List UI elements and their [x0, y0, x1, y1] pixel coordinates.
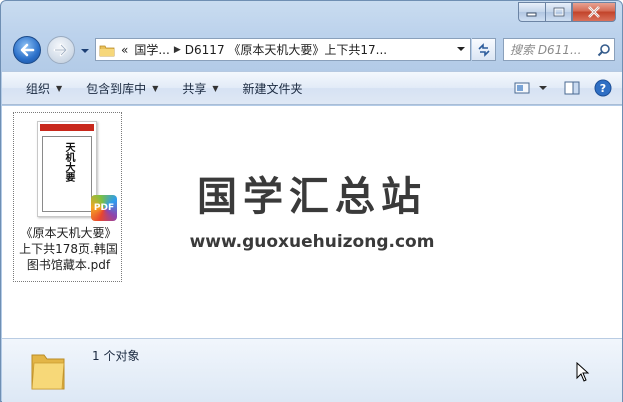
mouse-pointer-icon	[576, 362, 590, 382]
address-bar[interactable]: « 国学... ▶ D6117 《原本天机大要》上下共17...	[95, 38, 471, 61]
preview-pane-button[interactable]	[564, 81, 580, 95]
minimize-button[interactable]	[518, 2, 545, 22]
include-in-library-label: 包含到库中	[86, 81, 147, 96]
explorer-window: « 国学... ▶ D6117 《原本天机大要》上下共17... 搜索 D611…	[0, 0, 623, 402]
item-count: 1 个对象	[92, 349, 140, 363]
change-view-button[interactable]	[514, 81, 550, 95]
folder-icon	[30, 345, 66, 396]
help-button[interactable]: ?	[594, 79, 612, 97]
forward-button[interactable]	[47, 36, 75, 64]
file-name-line-1: 《原本天机大要》	[20, 226, 117, 240]
watermark-title: 国学汇总站	[197, 174, 427, 220]
breadcrumb-current-folder[interactable]: D6117 《原本天机大要》上下共17...	[182, 41, 390, 58]
help-icon: ?	[594, 79, 612, 97]
file-list-area[interactable]: 天机大要 PDF 《原本天机大要》 上下共178页.韩国 图书馆藏本.pdf 国…	[2, 106, 622, 338]
address-overflow[interactable]: «	[118, 43, 131, 57]
preview-pane-icon	[564, 81, 580, 95]
arrow-left-icon	[20, 43, 35, 57]
share-menu[interactable]: 共享 ▼	[170, 72, 230, 104]
navigation-bar: « 国学... ▶ D6117 《原本天机大要》上下共17... 搜索 D611…	[9, 34, 616, 64]
command-bar: 组织 ▼ 包含到库中 ▼ 共享 ▼ 新建文件夹 ?	[2, 71, 622, 105]
svg-text:?: ?	[600, 82, 606, 95]
refresh-button[interactable]	[472, 38, 496, 61]
folder-icon	[96, 39, 118, 60]
view-options-icon	[514, 82, 530, 94]
search-box[interactable]: 搜索 D611...	[503, 38, 615, 61]
file-item-pdf[interactable]: 天机大要 PDF 《原本天机大要》 上下共178页.韩国 图书馆藏本.pdf	[13, 112, 122, 282]
watermark-url: www.guoxuehuizong.com	[189, 232, 435, 252]
chevron-down-icon: ▼	[212, 83, 219, 93]
file-name-line-2: 上下共178页.韩国	[19, 242, 118, 256]
thumbnail-title: 天机大要	[63, 142, 74, 182]
organize-label: 组织	[26, 81, 51, 96]
close-icon	[588, 6, 600, 18]
organize-menu[interactable]: 组织 ▼	[2, 72, 74, 104]
pdf-badge-icon: PDF	[91, 195, 117, 221]
breadcrumb-guoxue[interactable]: 国学...	[131, 41, 172, 58]
address-dropdown-icon[interactable]	[456, 44, 466, 54]
pdf-thumbnail: 天机大要	[37, 121, 97, 217]
search-icon[interactable]	[594, 43, 614, 57]
back-button[interactable]	[13, 36, 41, 64]
minimize-icon	[526, 12, 537, 17]
new-folder-button[interactable]: 新建文件夹	[231, 72, 315, 104]
close-button[interactable]	[572, 2, 616, 22]
maximize-icon	[553, 7, 564, 17]
search-input[interactable]: 搜索 D611...	[504, 41, 594, 58]
toolbar-right: ?	[514, 72, 612, 104]
thumbnail-title-stripe	[40, 124, 94, 131]
recent-pages-dropdown-icon[interactable]	[80, 46, 90, 56]
include-in-library-menu[interactable]: 包含到库中 ▼	[74, 72, 170, 104]
details-pane: 1 个对象	[2, 338, 622, 402]
maximize-button[interactable]	[545, 2, 572, 22]
chevron-down-icon[interactable]	[536, 83, 550, 93]
chevron-down-icon: ▼	[152, 83, 159, 93]
arrow-right-icon	[53, 43, 68, 57]
new-folder-label: 新建文件夹	[242, 81, 303, 96]
share-label: 共享	[182, 81, 207, 96]
breadcrumb-separator-icon[interactable]: ▶	[173, 45, 182, 55]
caption-buttons	[518, 2, 616, 22]
refresh-icon	[477, 42, 490, 57]
chevron-down-icon: ▼	[56, 83, 63, 93]
file-name-line-3: 图书馆藏本.pdf	[26, 258, 111, 272]
file-name[interactable]: 《原本天机大要》 上下共178页.韩国 图书馆藏本.pdf	[14, 225, 123, 273]
watermark: 国学汇总站 www.guoxuehuizong.com	[182, 164, 442, 252]
